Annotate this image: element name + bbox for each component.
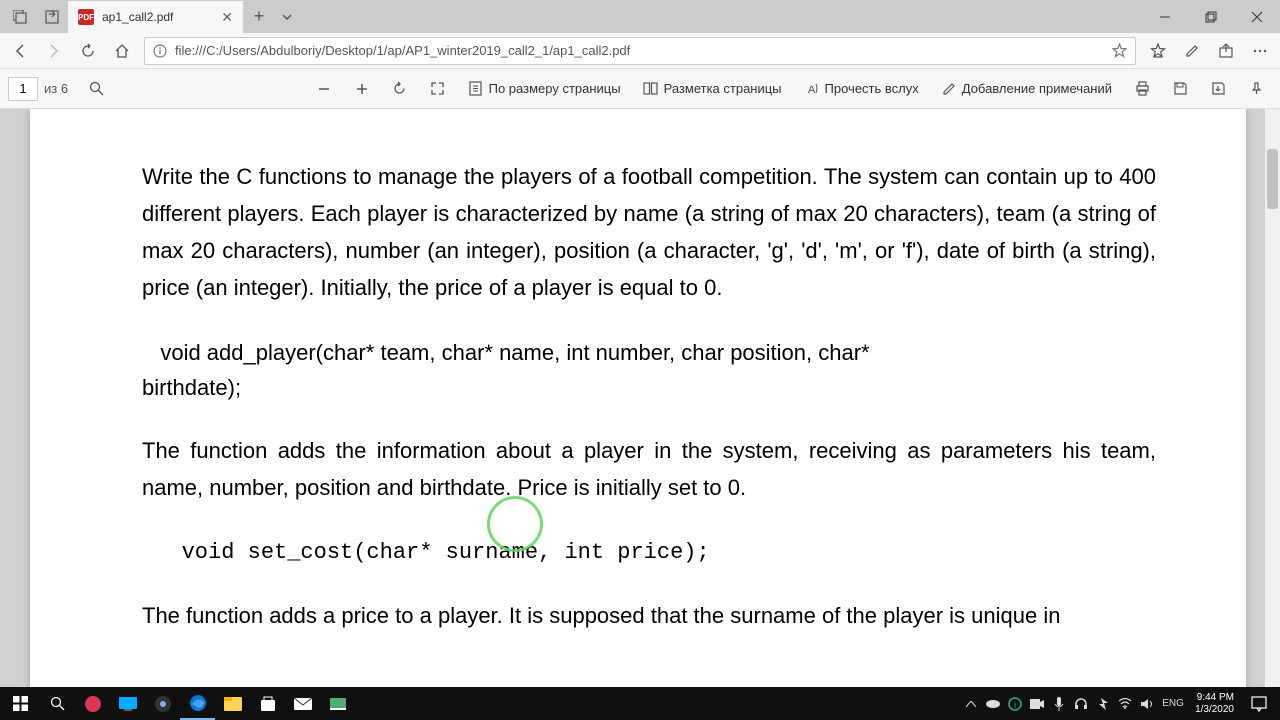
- tray-notifications-icon[interactable]: [1242, 687, 1276, 720]
- page-layout-button[interactable]: Разметка страницы: [635, 73, 790, 105]
- taskbar-app-1[interactable]: [75, 687, 110, 720]
- address-bar: file:///C:/Users/Abdulboriy/Desktop/1/ap…: [0, 33, 1280, 69]
- paragraph-3: The function adds a price to a player. I…: [142, 598, 1156, 635]
- pin-toolbar-button[interactable]: [1240, 73, 1272, 105]
- pdf-icon: PDF: [78, 9, 94, 25]
- minimize-button[interactable]: [1142, 0, 1188, 33]
- save-as-button[interactable]: [1202, 73, 1234, 105]
- titlebar: PDF ap1_call2.pdf ✕ +: [0, 0, 1280, 33]
- taskbar-search-icon[interactable]: [40, 687, 75, 720]
- taskbar-mail-icon[interactable]: [285, 687, 320, 720]
- tray-camera-icon[interactable]: [1027, 687, 1047, 720]
- home-button[interactable]: [106, 35, 138, 67]
- taskbar-store-icon[interactable]: [250, 687, 285, 720]
- titlebar-left: [0, 0, 68, 33]
- code-block-1: void add_player(char* team, char* name, …: [142, 335, 1156, 405]
- tab-title: ap1_call2.pdf: [102, 10, 213, 24]
- forward-button: [38, 35, 70, 67]
- share-button[interactable]: [1210, 35, 1242, 67]
- tabs-preview-icon[interactable]: [8, 5, 32, 29]
- set-aside-icon[interactable]: [40, 5, 64, 29]
- pdf-viewport[interactable]: Write the C functions to manage the play…: [0, 109, 1280, 687]
- tray-clock[interactable]: 9:44 PM 1/3/2020: [1189, 692, 1240, 716]
- save-pdf-button[interactable]: [1164, 73, 1196, 105]
- tray-lang[interactable]: ENG: [1159, 687, 1187, 720]
- page-layout-label: Разметка страницы: [664, 81, 782, 96]
- page-total: из 6: [44, 81, 68, 96]
- taskbar-app-3[interactable]: [145, 687, 180, 720]
- read-aloud-button[interactable]: A Прочесть вслух: [796, 73, 927, 105]
- tray-volume-icon[interactable]: [1137, 687, 1157, 720]
- start-button[interactable]: [0, 687, 40, 720]
- tray-headset-icon[interactable]: [1071, 687, 1091, 720]
- address-field[interactable]: file:///C:/Users/Abdulboriy/Desktop/1/ap…: [144, 37, 1136, 65]
- url-text: file:///C:/Users/Abdulboriy/Desktop/1/ap…: [175, 43, 1104, 58]
- pdf-toolbar: из 6 По размеру страницы Разметка страни…: [0, 69, 1280, 109]
- add-notes-button[interactable]: Добавление примечаний: [933, 73, 1120, 105]
- code-block-2: void set_cost(char* surname, int price);: [142, 535, 1156, 570]
- pdf-page: Write the C functions to manage the play…: [30, 109, 1246, 687]
- refresh-button[interactable]: [72, 35, 104, 67]
- favorite-icon[interactable]: [1112, 43, 1127, 58]
- taskbar-app-2[interactable]: [110, 687, 145, 720]
- fit-page-label: По размеру страницы: [489, 81, 621, 96]
- taskbar-explorer-icon[interactable]: [215, 687, 250, 720]
- add-notes-label: Добавление примечаний: [962, 81, 1112, 96]
- favorites-button[interactable]: [1142, 35, 1174, 67]
- svg-text:A: A: [807, 84, 815, 96]
- tab-chevron-icon[interactable]: [275, 0, 299, 33]
- tray-chevron-icon[interactable]: [961, 687, 981, 720]
- notes-button[interactable]: [1176, 35, 1208, 67]
- expand-button[interactable]: [422, 73, 454, 105]
- rotate-button[interactable]: [384, 73, 416, 105]
- paragraph-1: Write the C functions to manage the play…: [142, 159, 1156, 307]
- maximize-button[interactable]: [1188, 0, 1234, 33]
- read-aloud-label: Прочесть вслух: [825, 81, 919, 96]
- browser-tab[interactable]: PDF ap1_call2.pdf ✕: [68, 0, 243, 33]
- search-pdf-button[interactable]: [80, 73, 112, 105]
- vertical-scrollbar[interactable]: [1265, 109, 1280, 687]
- scrollbar-thumb[interactable]: [1267, 149, 1278, 209]
- tray-power-icon[interactable]: [1093, 687, 1113, 720]
- tab-close-button[interactable]: ✕: [221, 9, 233, 26]
- info-icon[interactable]: [153, 44, 167, 58]
- back-button[interactable]: [4, 35, 36, 67]
- new-tab-button[interactable]: +: [243, 0, 275, 33]
- taskbar: i ENG 9:44 PM 1/3/2020: [0, 687, 1280, 720]
- more-button[interactable]: [1244, 35, 1276, 67]
- tray-wifi-icon[interactable]: [1115, 687, 1135, 720]
- page-number-input[interactable]: [8, 77, 38, 101]
- svg-text:i: i: [1014, 700, 1016, 710]
- close-button[interactable]: [1234, 0, 1280, 33]
- tray-onedrive-icon[interactable]: [983, 687, 1003, 720]
- taskbar-edge-icon[interactable]: [180, 687, 215, 720]
- tray-info-icon[interactable]: i: [1005, 687, 1025, 720]
- fit-page-button[interactable]: По размеру страницы: [460, 73, 629, 105]
- zoom-out-button[interactable]: [308, 73, 340, 105]
- taskbar-app-4[interactable]: [320, 687, 355, 720]
- zoom-in-button[interactable]: [346, 73, 378, 105]
- tray-mic-icon[interactable]: [1049, 687, 1069, 720]
- paragraph-2: The function adds the information about …: [142, 433, 1156, 507]
- print-button[interactable]: [1126, 73, 1158, 105]
